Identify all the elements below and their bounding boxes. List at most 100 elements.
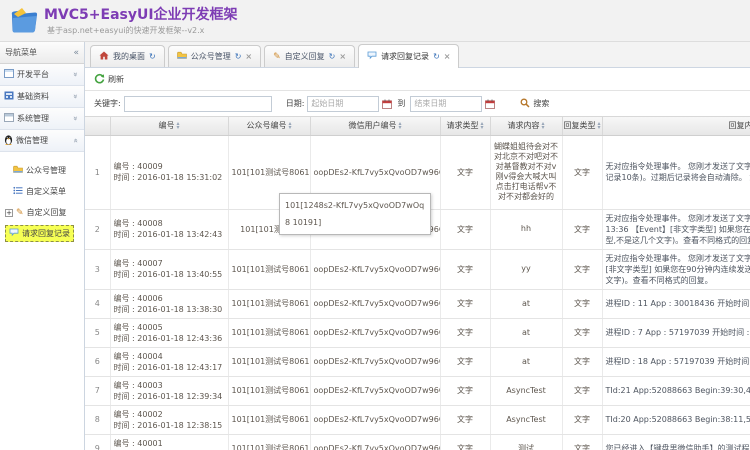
cell-reply-type: 文字 — [562, 434, 602, 450]
col-reply-content[interactable]: 回复内容 — [602, 117, 750, 135]
tab-close-icon[interactable]: × — [339, 52, 346, 61]
speech-bubble-icon — [367, 51, 377, 62]
tab-request-log[interactable]: 请求回复记录 ↻ × — [358, 44, 459, 68]
grid-body: 1 编号 : 40009 时间 : 2016-01-18 15:31:02 10… — [85, 135, 750, 450]
sidebar-collapse-icon[interactable]: « — [73, 48, 79, 58]
cell-reply-type: 文字 — [562, 209, 602, 249]
cell-req-type: 文字 — [440, 405, 490, 434]
chevron-down-icon[interactable]: » — [71, 116, 80, 121]
tab-refresh-icon[interactable]: ↻ — [433, 52, 440, 61]
row-id: 编号 : 40006 — [114, 293, 225, 304]
sidebar-item-custom-menu[interactable]: 自定义菜单 — [9, 183, 70, 200]
keyword-input[interactable] — [124, 96, 272, 112]
tab-close-icon[interactable]: × — [444, 52, 451, 61]
table-row[interactable]: 8 编号 : 40002 时间 : 2016-01-18 12:38:15 10… — [85, 405, 750, 434]
sidebar-panel-sys-manage[interactable]: 系统管理 » — [0, 108, 84, 130]
app-subtitle: 基于asp.net+easyui的快速开发框架--v2.x — [47, 25, 204, 36]
cell-reply-content: 无对应指令处理事件。 您刚才发送了文字信息 记录10条)。过期后记录将会自动清除… — [602, 135, 750, 209]
calendar-icon[interactable] — [485, 99, 495, 109]
tab-mp-account[interactable]: 公众号管理 ↻ × — [168, 45, 261, 67]
col-user[interactable]: 微信用户编号 — [310, 117, 440, 135]
sidebar-item-label: 自定义回复 — [27, 207, 67, 218]
row-id: 编号 : 40008 — [114, 218, 225, 229]
tab-custom-reply[interactable]: ✎ 自定义回复 ↻ × — [264, 45, 355, 67]
sidebar-item-mp-account[interactable]: 公众号管理 — [9, 162, 70, 179]
cell-account: 101[101测试号806124891] — [228, 318, 310, 347]
search-button[interactable]: 搜索 — [520, 98, 549, 110]
table-row[interactable]: 6 编号 : 40004 时间 : 2016-01-18 12:43:17 10… — [85, 347, 750, 376]
cell-req-content: at — [490, 289, 562, 318]
cell-id-time: 编号 : 40009 时间 : 2016-01-18 15:31:02 — [110, 135, 228, 209]
row-number: 4 — [85, 289, 110, 318]
cell-req-content: at — [490, 318, 562, 347]
cell-reply-content: TId:20 App:52088663 Begin:38:11,5828 E — [602, 405, 750, 434]
grid-toolbar: 刷新 — [85, 68, 750, 91]
cell-reply-type: 文字 — [562, 405, 602, 434]
panel-label: 开发平台 — [17, 69, 49, 80]
sidebar-panel-wechat-manage[interactable]: 微信管理 » — [0, 130, 84, 152]
refresh-button[interactable]: 刷新 — [94, 73, 124, 86]
cell-reply-type: 文字 — [562, 318, 602, 347]
chevron-down-icon[interactable]: » — [71, 94, 80, 99]
sidebar-item-request-log[interactable]: 请求回复记录 — [5, 225, 74, 242]
row-time: 时间 : 2016-01-18 13:38:30 — [114, 304, 225, 315]
cell-account: 101[101测试号806124891] — [228, 405, 310, 434]
tab-refresh-icon[interactable]: ↻ — [235, 52, 242, 61]
expander-plus-icon[interactable]: + — [5, 209, 13, 217]
dev-platform-icon — [4, 69, 14, 80]
col-req-content[interactable]: 请求内容 — [490, 117, 562, 135]
tab-my-desktop[interactable]: 我的桌面 ↻ — [90, 45, 165, 67]
sidebar-item-custom-reply[interactable]: + ✎ 自定义回复 — [8, 204, 71, 221]
row-id: 编号 : 40009 — [114, 161, 225, 172]
cell-account: 101[101测试号806124891] — [228, 347, 310, 376]
cell-req-content: yy — [490, 249, 562, 289]
cell-user: oopDEs2-KfL7vy5xQvoOD7w96Oq8 — [310, 249, 440, 289]
col-reply-type[interactable]: 回复类型 — [562, 117, 602, 135]
col-id[interactable]: 编号 — [110, 117, 228, 135]
row-id: 编号 : 40003 — [114, 380, 225, 391]
start-date-input[interactable] — [307, 96, 379, 112]
row-number: 9 — [85, 434, 110, 450]
tab-refresh-icon[interactable]: ↻ — [149, 52, 156, 61]
cell-req-type: 文字 — [440, 347, 490, 376]
refresh-icon — [94, 73, 105, 86]
panel-label: 微信管理 — [16, 135, 48, 146]
cell-id-time: 编号 : 40007 时间 : 2016-01-18 13:40:55 — [110, 249, 228, 289]
cell-reply-type: 文字 — [562, 289, 602, 318]
sort-icon[interactable] — [288, 122, 291, 130]
sort-icon[interactable] — [541, 122, 544, 130]
table-row[interactable]: 3 编号 : 40007 时间 : 2016-01-18 13:40:55 10… — [85, 249, 750, 289]
calendar-icon[interactable] — [382, 99, 392, 109]
cell-req-content: AsyncTest — [490, 376, 562, 405]
sidebar: 导航菜单 « 开发平台 » 基础资料 » 系统管理 » — [0, 42, 85, 450]
sort-icon[interactable] — [398, 122, 401, 130]
date-label: 日期: — [286, 98, 305, 109]
row-time: 时间 : 2016-01-18 15:31:02 — [114, 172, 225, 183]
end-date-input[interactable] — [410, 96, 482, 112]
sidebar-title: 导航菜单 — [5, 47, 37, 58]
sidebar-panel-dev-platform[interactable]: 开发平台 » — [0, 64, 84, 86]
row-id: 编号 : 40001 — [114, 438, 225, 449]
chevron-up-icon[interactable]: » — [71, 138, 80, 143]
col-req-type[interactable]: 请求类型 — [440, 117, 490, 135]
search-icon — [520, 98, 530, 110]
col-account[interactable]: 公众号编号 — [228, 117, 310, 135]
sidebar-panel-base-data[interactable]: 基础资料 » — [0, 86, 84, 108]
sort-icon[interactable] — [176, 122, 179, 130]
sidebar-title-bar: 导航菜单 « — [0, 42, 84, 64]
chevron-down-icon[interactable]: » — [71, 72, 80, 77]
row-time: 时间 : 2016-01-18 12:39:34 — [114, 391, 225, 402]
row-time: 时间 : 2016-01-18 12:43:17 — [114, 362, 225, 373]
table-row[interactable]: 4 编号 : 40006 时间 : 2016-01-18 13:38:30 10… — [85, 289, 750, 318]
cell-req-type: 文字 — [440, 209, 490, 249]
tab-refresh-icon[interactable]: ↻ — [329, 52, 336, 61]
tab-close-icon[interactable]: × — [245, 52, 252, 61]
table-row[interactable]: 9 编号 : 40001 时间 : 2016-01-18 12:37:05 10… — [85, 434, 750, 450]
cell-req-type: 文字 — [440, 289, 490, 318]
cell-account: 101[101测试号806124891] — [228, 434, 310, 450]
sort-icon[interactable] — [480, 122, 483, 130]
table-row[interactable]: 5 编号 : 40005 时间 : 2016-01-18 12:43:36 10… — [85, 318, 750, 347]
table-row[interactable]: 7 编号 : 40003 时间 : 2016-01-18 12:39:34 10… — [85, 376, 750, 405]
sort-icon[interactable] — [597, 122, 600, 130]
cell-user: oopDEs2-KfL7vy5xQvoOD7w96Oq8 — [310, 289, 440, 318]
